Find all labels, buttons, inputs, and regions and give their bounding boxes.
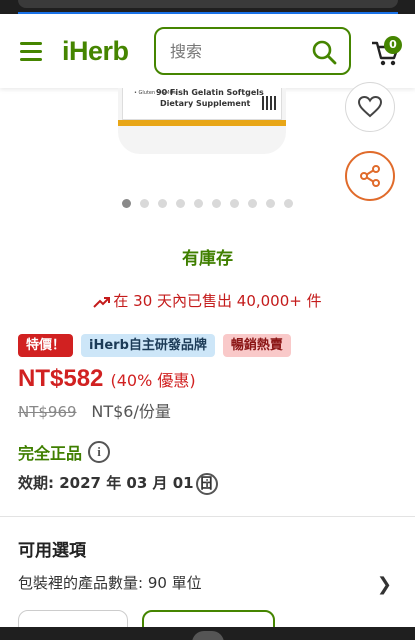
original-price: NT$969 bbox=[18, 403, 77, 421]
product-label-line1: 90 Fish Gelatin Softgels bbox=[156, 88, 264, 97]
expiry-date: 效期: 2027 年 03 月 01 日 bbox=[18, 474, 214, 492]
chevron-right-icon: ❯ bbox=[376, 574, 392, 595]
qr-code bbox=[262, 96, 276, 110]
wishlist-button[interactable] bbox=[345, 82, 395, 132]
cart-count-badge: 0 bbox=[384, 36, 402, 54]
site-header: iHerb 0 bbox=[0, 14, 415, 88]
price-detail-row: NT$969 NT$6/份量 bbox=[18, 398, 171, 422]
heart-icon bbox=[358, 96, 382, 118]
genuine-label: 完全正品 bbox=[18, 444, 83, 463]
options-title: 可用選項 bbox=[18, 541, 86, 561]
carousel-dot[interactable] bbox=[176, 199, 185, 208]
menu-icon[interactable] bbox=[20, 42, 42, 61]
product-image[interactable]: • Gluten • GMOs 90 Fish Gelatin Softgels… bbox=[118, 88, 286, 154]
bestseller-badge: 暢銷熱賣 bbox=[222, 334, 291, 357]
carousel-dot[interactable] bbox=[140, 199, 149, 208]
info-icon[interactable]: i bbox=[196, 473, 218, 495]
carousel-dot[interactable] bbox=[194, 199, 203, 208]
iherb-logo[interactable]: iHerb bbox=[62, 36, 129, 67]
carousel-dot[interactable] bbox=[230, 199, 239, 208]
product-label-line2: Dietary Supplement bbox=[160, 99, 251, 108]
carousel-dot[interactable] bbox=[266, 199, 275, 208]
carousel-dot[interactable] bbox=[248, 199, 257, 208]
share-icon bbox=[360, 165, 380, 187]
carousel-dots bbox=[122, 199, 293, 209]
special-price-badge: 特價！ bbox=[18, 334, 74, 357]
price-block: NT$582 (40% 優惠) bbox=[18, 365, 196, 393]
search-input[interactable] bbox=[170, 39, 300, 63]
info-icon[interactable]: i bbox=[88, 441, 110, 463]
product-band bbox=[118, 120, 286, 126]
trending-up-icon bbox=[93, 297, 111, 308]
product-badges: 特價！ iHerb自主研發品牌 暢銷熱賣 bbox=[18, 334, 291, 357]
share-button[interactable] bbox=[345, 151, 395, 201]
address-bar[interactable] bbox=[18, 0, 398, 8]
carousel-dot[interactable] bbox=[158, 199, 167, 208]
system-nav-bar bbox=[0, 627, 415, 640]
section-divider bbox=[0, 516, 415, 517]
carousel-dot[interactable] bbox=[212, 199, 221, 208]
search-box[interactable] bbox=[154, 27, 351, 75]
search-icon[interactable] bbox=[311, 39, 337, 65]
carousel-dot[interactable] bbox=[122, 199, 131, 208]
price-per-serving: NT$6/份量 bbox=[91, 402, 171, 421]
browser-top-bar bbox=[0, 0, 415, 14]
home-indicator[interactable] bbox=[192, 631, 224, 640]
discount-percent: (40% 優惠) bbox=[110, 371, 196, 390]
current-price: NT$582 bbox=[18, 365, 104, 392]
stock-status: 有庫存 bbox=[182, 249, 233, 269]
package-quantity-row[interactable]: 包裝裡的產品數量: 90 單位 ❯ bbox=[18, 572, 398, 596]
iherb-brand-badge[interactable]: iHerb自主研發品牌 bbox=[81, 334, 215, 357]
sales-text: 在 30 天內已售出 40,000+ 件 bbox=[113, 292, 322, 310]
carousel-dot[interactable] bbox=[284, 199, 293, 208]
package-quantity-label: 包裝裡的產品數量: 90 單位 bbox=[18, 574, 202, 592]
sales-info: 在 30 天內已售出 40,000+ 件 bbox=[0, 290, 415, 311]
